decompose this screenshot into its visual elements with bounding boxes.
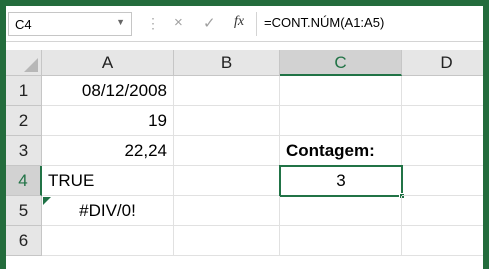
cell-c3[interactable]: Contagem: <box>280 136 402 166</box>
cell-d4[interactable] <box>402 166 483 196</box>
row-header-2[interactable]: 2 <box>6 106 42 136</box>
cell-a6[interactable] <box>42 226 174 256</box>
column-header-a[interactable]: A <box>42 50 174 76</box>
name-box[interactable]: C4 ▼ <box>8 12 132 36</box>
name-box-value: C4 <box>15 17 32 32</box>
chevron-down-icon[interactable]: ▼ <box>116 17 125 27</box>
insert-function-icon[interactable]: fx <box>234 14 244 30</box>
column-header-d[interactable]: D <box>402 50 483 76</box>
cell-d6[interactable] <box>402 226 483 256</box>
cell-d5[interactable] <box>402 196 483 226</box>
cell-b5[interactable] <box>174 196 280 226</box>
select-all-button[interactable] <box>6 50 42 76</box>
cell-b6[interactable] <box>174 226 280 256</box>
row-header-6[interactable]: 6 <box>6 226 42 256</box>
cell-c6[interactable] <box>280 226 402 256</box>
cell-a5[interactable]: #DIV/0! <box>42 196 174 226</box>
cell-c1[interactable] <box>280 76 402 106</box>
cell-a1[interactable]: 08/12/2008 <box>42 76 174 106</box>
formula-bar-divider <box>256 12 257 36</box>
cell-b4[interactable] <box>174 166 280 196</box>
cell-d1[interactable] <box>402 76 483 106</box>
cell-b3[interactable] <box>174 136 280 166</box>
row-header-4[interactable]: 4 <box>6 166 42 196</box>
error-indicator-icon[interactable] <box>43 197 51 205</box>
cell-a3[interactable]: 22,24 <box>42 136 174 166</box>
cell-b2[interactable] <box>174 106 280 136</box>
column-header-b[interactable]: B <box>174 50 280 76</box>
drag-handle-icon[interactable]: ⋮ <box>146 15 160 32</box>
cell-d3[interactable] <box>402 136 483 166</box>
column-header-c[interactable]: C <box>280 50 402 76</box>
cancel-icon[interactable]: × <box>174 14 183 31</box>
cell-c5[interactable] <box>280 196 402 226</box>
cell-c2[interactable] <box>280 106 402 136</box>
formula-input[interactable]: =CONT.NÚM(A1:A5) <box>264 15 384 30</box>
formula-bar: C4 ▼ ⋮ × ✓ fx =CONT.NÚM(A1:A5) <box>6 6 483 42</box>
select-all-triangle-icon <box>24 58 38 72</box>
cell-d2[interactable] <box>402 106 483 136</box>
cell-a2[interactable]: 19 <box>42 106 174 136</box>
row-header-3[interactable]: 3 <box>6 136 42 166</box>
cell-a4[interactable]: TRUE <box>42 166 174 196</box>
enter-icon[interactable]: ✓ <box>203 14 216 32</box>
cell-c4[interactable]: 3 <box>279 165 403 197</box>
cell-b1[interactable] <box>174 76 280 106</box>
spreadsheet: C4 ▼ ⋮ × ✓ fx =CONT.NÚM(A1:A5) A B C D 1… <box>6 6 483 269</box>
row-header-5[interactable]: 5 <box>6 196 42 226</box>
row-header-1[interactable]: 1 <box>6 76 42 106</box>
